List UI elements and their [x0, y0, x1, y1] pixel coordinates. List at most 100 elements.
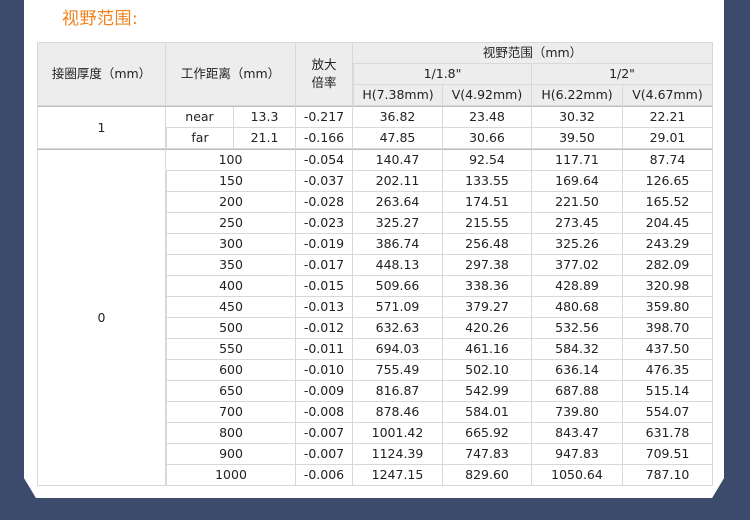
distance-cell: 21.1: [234, 128, 296, 149]
distance-cell: 250: [166, 213, 296, 234]
table-header: 接圈厚度（mm） 工作距离（mm） 放大 倍率 视野范围（mm） 1/1.8" …: [37, 42, 713, 106]
fov-v-b-cell: 22.21: [623, 106, 713, 128]
fov-v-b-cell: 204.45: [623, 213, 713, 234]
header-mag-line2: 倍率: [311, 75, 337, 90]
fov-h-b-cell: 480.68: [532, 297, 623, 318]
fov-h-b-cell: 584.32: [532, 339, 623, 360]
fov-h-a-cell: 694.03: [353, 339, 443, 360]
distance-cell: 1000: [166, 465, 296, 486]
magnification-cell: -0.017: [296, 255, 353, 276]
fov-h-b-cell: 1050.64: [532, 465, 623, 486]
fov-v-a-cell: 420.26: [443, 318, 532, 339]
header-thickness: 接圈厚度（mm）: [37, 42, 166, 106]
fov-h-a-cell: 448.13: [353, 255, 443, 276]
fov-h-a-cell: 755.49: [353, 360, 443, 381]
fov-h-b-cell: 428.89: [532, 276, 623, 297]
magnification-cell: -0.006: [296, 465, 353, 486]
distance-cell: 13.3: [234, 106, 296, 128]
magnification-cell: -0.011: [296, 339, 353, 360]
fov-h-b-cell: 169.64: [532, 171, 623, 192]
distance-cell: 650: [166, 381, 296, 402]
magnification-cell: -0.166: [296, 128, 353, 149]
magnification-cell: -0.019: [296, 234, 353, 255]
fov-v-a-cell: 584.01: [443, 402, 532, 423]
magnification-cell: -0.008: [296, 402, 353, 423]
header-sensor-b: 1/2": [532, 64, 713, 85]
thickness-cell: 0: [37, 149, 166, 486]
fov-h-a-cell: 47.85: [353, 128, 443, 149]
magnification-cell: -0.010: [296, 360, 353, 381]
header-h-a: H(7.38mm): [353, 85, 443, 106]
table-row: 1 near 13.3 -0.217 36.82 23.48 30.32 22.…: [37, 106, 713, 149]
fov-h-b-cell: 39.50: [532, 128, 623, 149]
fov-h-a-cell: 1124.39: [353, 444, 443, 465]
fov-v-a-cell: 30.66: [443, 128, 532, 149]
fov-v-a-cell: 542.99: [443, 381, 532, 402]
fov-h-b-cell: 273.45: [532, 213, 623, 234]
fov-v-b-cell: 437.50: [623, 339, 713, 360]
header-h-b: H(6.22mm): [532, 85, 623, 106]
fov-h-b-cell: 739.80: [532, 402, 623, 423]
thickness-cell: 1: [37, 106, 166, 149]
distance-cell: 900: [166, 444, 296, 465]
fov-h-a-cell: 263.64: [353, 192, 443, 213]
fov-v-a-cell: 379.27: [443, 297, 532, 318]
fov-v-a-cell: 338.36: [443, 276, 532, 297]
fov-v-a-cell: 297.38: [443, 255, 532, 276]
fov-v-a-cell: 747.83: [443, 444, 532, 465]
table-body: 1 near 13.3 -0.217 36.82 23.48 30.32 22.…: [37, 106, 713, 486]
fov-h-a-cell: 325.27: [353, 213, 443, 234]
distance-label: near: [166, 106, 234, 128]
magnification-cell: -0.013: [296, 297, 353, 318]
fov-h-a-cell: 202.11: [353, 171, 443, 192]
distance-cell: 200: [166, 192, 296, 213]
fov-v-b-cell: 243.29: [623, 234, 713, 255]
section-heading: 视野范围:: [62, 9, 139, 29]
fov-v-b-cell: 709.51: [623, 444, 713, 465]
fov-h-b-cell: 687.88: [532, 381, 623, 402]
fov-h-a-cell: 386.74: [353, 234, 443, 255]
fov-v-b-cell: 320.98: [623, 276, 713, 297]
distance-cell: 600: [166, 360, 296, 381]
fov-v-b-cell: 476.35: [623, 360, 713, 381]
fov-h-b-cell: 325.26: [532, 234, 623, 255]
fov-h-b-cell: 30.32: [532, 106, 623, 128]
fov-h-a-cell: 816.87: [353, 381, 443, 402]
fov-v-b-cell: 126.65: [623, 171, 713, 192]
fov-h-a-cell: 632.63: [353, 318, 443, 339]
fov-h-b-cell: 221.50: [532, 192, 623, 213]
fov-h-a-cell: 36.82: [353, 106, 443, 128]
fov-h-a-cell: 1247.15: [353, 465, 443, 486]
fov-v-b-cell: 282.09: [623, 255, 713, 276]
distance-cell: 300: [166, 234, 296, 255]
fov-h-a-cell: 878.46: [353, 402, 443, 423]
magnification-cell: -0.217: [296, 106, 353, 128]
fov-v-a-cell: 23.48: [443, 106, 532, 128]
fov-v-a-cell: 502.10: [443, 360, 532, 381]
magnification-cell: -0.007: [296, 444, 353, 465]
header-distance: 工作距离（mm）: [166, 42, 296, 106]
fov-v-a-cell: 256.48: [443, 234, 532, 255]
distance-cell: 100: [166, 149, 296, 171]
fov-v-a-cell: 665.92: [443, 423, 532, 444]
fov-v-b-cell: 515.14: [623, 381, 713, 402]
magnification-cell: -0.007: [296, 423, 353, 444]
fov-h-b-cell: 843.47: [532, 423, 623, 444]
fov-v-b-cell: 554.07: [623, 402, 713, 423]
fov-v-b-cell: 87.74: [623, 149, 713, 171]
fov-v-a-cell: 133.55: [443, 171, 532, 192]
fov-h-a-cell: 1001.42: [353, 423, 443, 444]
fov-h-a-cell: 140.47: [353, 149, 443, 171]
distance-cell: 150: [166, 171, 296, 192]
magnification-cell: -0.028: [296, 192, 353, 213]
fov-v-b-cell: 631.78: [623, 423, 713, 444]
distance-label: far: [166, 128, 234, 149]
distance-cell: 350: [166, 255, 296, 276]
fov-v-a-cell: 174.51: [443, 192, 532, 213]
distance-cell: 450: [166, 297, 296, 318]
magnification-cell: -0.037: [296, 171, 353, 192]
magnification-cell: -0.054: [296, 149, 353, 171]
fov-h-b-cell: 117.71: [532, 149, 623, 171]
fov-v-a-cell: 829.60: [443, 465, 532, 486]
distance-cell: 800: [166, 423, 296, 444]
